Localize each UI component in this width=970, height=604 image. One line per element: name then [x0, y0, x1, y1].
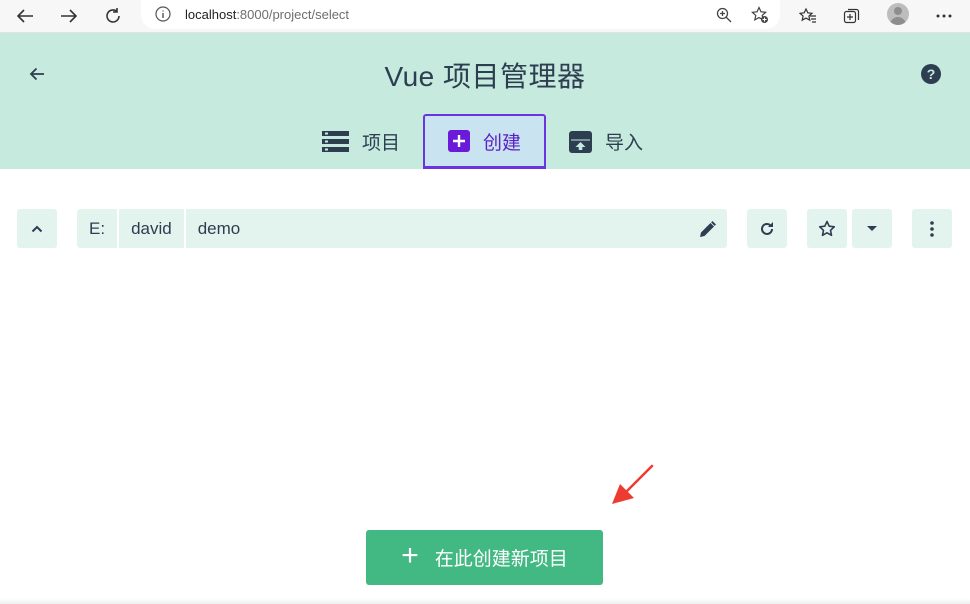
browser-forward-icon[interactable]	[56, 4, 82, 28]
create-project-button[interactable]: + 在此创建新项目	[366, 530, 603, 585]
path-segment-folder[interactable]: david	[119, 209, 186, 248]
tab-import[interactable]: 导入	[569, 114, 659, 169]
tab-label: 导入	[605, 133, 644, 154]
refresh-icon	[761, 221, 773, 235]
favorite-button[interactable]	[807, 209, 847, 248]
path-segment-drive[interactable]: E:	[77, 209, 120, 248]
page-title: Vue 项目管理器	[384, 61, 586, 92]
browser-toolbar: localhost:8000/project/select	[0, 0, 970, 33]
star-icon	[818, 220, 836, 237]
parent-folder-button[interactable]	[17, 209, 57, 248]
plus-icon: +	[401, 539, 419, 572]
browser-reload-icon[interactable]	[100, 4, 126, 28]
more-vertical-icon	[930, 220, 934, 237]
site-info-icon[interactable]	[155, 6, 171, 22]
tab-label: 创建	[482, 132, 521, 154]
favorites-icon[interactable]	[795, 4, 821, 28]
more-options-button[interactable]	[912, 209, 952, 248]
edit-path-icon[interactable]	[697, 219, 717, 239]
caret-down-icon	[867, 225, 877, 231]
url-text: localhost:8000/project/select	[185, 7, 350, 22]
tab-label: 项目	[362, 133, 401, 154]
archive-icon	[569, 130, 592, 153]
bottom-edge	[0, 598, 970, 604]
path-segment-current[interactable]: demo	[186, 209, 253, 248]
help-icon[interactable]: ?	[921, 64, 941, 84]
collections-icon[interactable]	[839, 4, 865, 28]
address-bar[interactable]: localhost:8000/project/select	[141, 0, 780, 29]
app-header: Vue 项目管理器 ? 项目 创建 导入	[0, 33, 970, 169]
zoom-icon[interactable]	[713, 4, 735, 26]
tab-projects[interactable]: 项目	[322, 114, 418, 169]
profile-avatar[interactable]	[887, 3, 909, 25]
plus-box-icon	[447, 130, 470, 152]
tab-create[interactable]: 创建	[423, 114, 546, 169]
annotation-arrow-icon	[612, 464, 654, 504]
more-icon[interactable]	[931, 4, 957, 28]
chevron-up-icon	[31, 225, 43, 232]
favorites-dropdown-button[interactable]	[852, 209, 892, 248]
add-favorite-icon[interactable]	[749, 4, 771, 26]
list-icon	[322, 131, 349, 152]
refresh-button[interactable]	[747, 209, 787, 248]
browser-back-icon[interactable]	[12, 4, 38, 28]
path-breadcrumb[interactable]: E: david demo	[77, 209, 727, 248]
create-project-label: 在此创建新项目	[434, 549, 568, 570]
